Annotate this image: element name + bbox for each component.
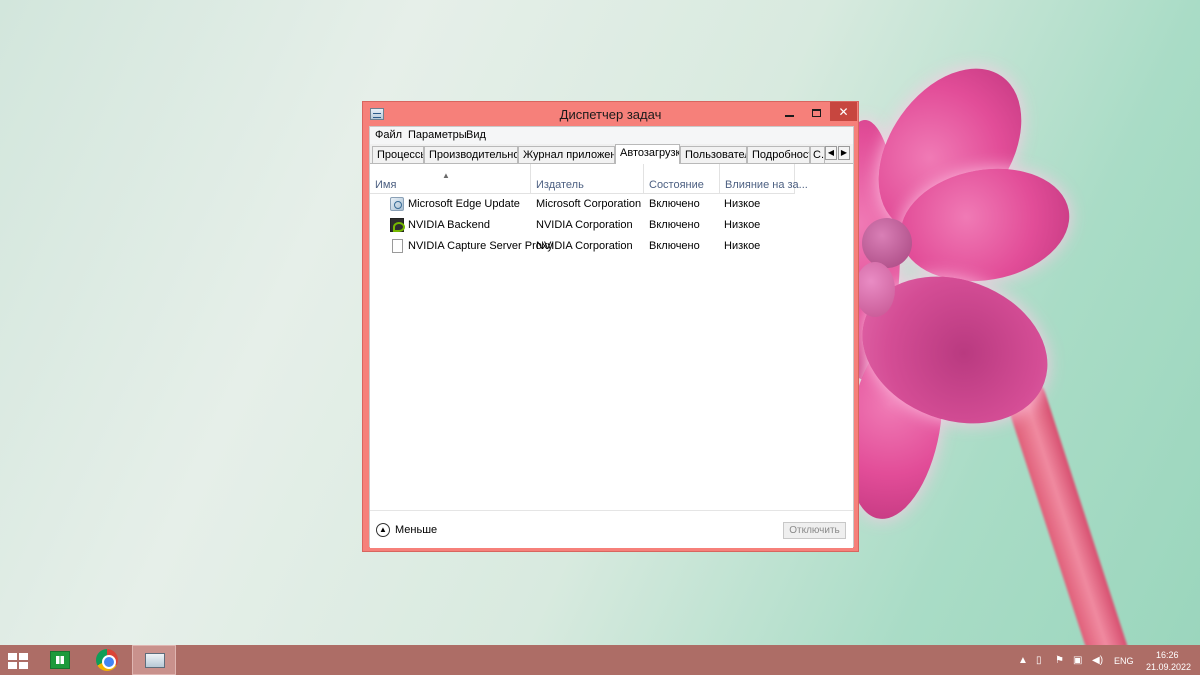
table-header: ▲ Имя Издатель Состояние Влияние на за..… [370, 164, 853, 193]
close-icon: ✕ [838, 105, 849, 119]
title-bar[interactable]: Диспетчер задач ✕ [363, 102, 858, 126]
tab-processes[interactable]: Процессы [372, 146, 424, 163]
row-impact: Низкое [724, 198, 761, 210]
network-icon[interactable]: ▣ [1073, 655, 1082, 666]
tab-scroll-right-icon[interactable]: ▶ [838, 146, 850, 160]
menu-view[interactable]: Вид [466, 129, 486, 141]
table-row[interactable]: NVIDIA Capture Server Proxy NVIDIA Corpo… [370, 236, 853, 257]
table-row[interactable]: Microsoft Edge Update Microsoft Corporat… [370, 194, 853, 215]
row-publisher: Microsoft Corporation [536, 198, 642, 210]
edge-update-icon [390, 197, 404, 211]
chrome-icon[interactable] [85, 645, 129, 675]
system-tray: ▲ ▯ ⚑ ▣ ◀) ENG 16:26 21.09.2022 [1010, 645, 1200, 675]
wallpaper-bud [862, 218, 912, 268]
column-header-status[interactable]: Состояние [644, 164, 720, 193]
column-header-impact[interactable]: Влияние на за... [720, 164, 808, 193]
wallpaper-bud [855, 262, 895, 317]
task-manager-taskbar-button[interactable] [132, 645, 176, 675]
menu-file[interactable]: Файл [375, 129, 402, 141]
menu-options[interactable]: Параметры [408, 129, 467, 141]
row-status: Включено [649, 240, 700, 252]
row-status: Включено [649, 219, 700, 231]
volume-icon[interactable]: ◀) [1092, 655, 1103, 666]
tab-services[interactable]: С... [810, 146, 825, 163]
maximize-icon [812, 108, 821, 117]
wallpaper-stem [1000, 373, 1138, 645]
disable-button[interactable]: Отключить [783, 522, 846, 539]
input-language[interactable]: ENG [1114, 656, 1134, 666]
column-header-name[interactable]: ▲ Имя [370, 164, 531, 193]
show-hidden-icons-icon[interactable]: ▲ [1018, 655, 1028, 666]
row-name: NVIDIA Backend [408, 219, 490, 231]
row-status: Включено [649, 198, 700, 210]
window-client-area: Файл Параметры Вид Процессы Производител… [369, 126, 854, 548]
chevron-up-icon: ▲ [376, 523, 390, 537]
table-row[interactable]: NVIDIA Backend NVIDIA Corporation Включе… [370, 215, 853, 236]
task-manager-icon [145, 653, 165, 668]
close-button[interactable]: ✕ [830, 102, 857, 121]
menu-bar: Файл Параметры Вид [370, 127, 853, 144]
task-manager-window[interactable]: Диспетчер задач ✕ Файл Параметры Вид Про… [362, 101, 859, 552]
taskbar: ▲ ▯ ⚑ ▣ ◀) ENG 16:26 21.09.2022 [0, 645, 1200, 675]
minimize-icon [785, 114, 794, 117]
clock-date[interactable]: 21.09.2022 [1146, 662, 1191, 672]
minimize-button[interactable] [776, 102, 803, 122]
start-icon[interactable] [8, 653, 28, 669]
battery-icon[interactable]: ▯ [1036, 655, 1042, 666]
nvidia-icon [390, 218, 405, 232]
row-publisher: NVIDIA Corporation [536, 240, 633, 252]
row-impact: Низкое [724, 219, 761, 231]
store-icon[interactable] [38, 645, 82, 675]
clock-time[interactable]: 16:26 [1156, 650, 1179, 660]
tab-app-history[interactable]: Журнал приложений [518, 146, 615, 163]
tab-strip: Процессы Производительность Журнал прило… [370, 144, 853, 164]
tab-details[interactable]: Подробности [747, 146, 810, 163]
row-name: NVIDIA Capture Server Proxy [408, 240, 553, 252]
tab-startup[interactable]: Автозагрузка [615, 144, 680, 164]
tab-scroll-left-icon[interactable]: ◀ [825, 146, 837, 160]
sort-ascending-icon: ▲ [442, 171, 450, 180]
maximize-button[interactable] [803, 102, 830, 122]
column-header-publisher[interactable]: Издатель [531, 164, 644, 193]
footer-bar: ▲ Меньше Отключить [370, 510, 853, 548]
action-center-flag-icon[interactable]: ⚑ [1055, 655, 1064, 666]
tab-users[interactable]: Пользователи [680, 146, 747, 163]
row-publisher: NVIDIA Corporation [536, 219, 633, 231]
row-impact: Низкое [724, 240, 761, 252]
tab-performance[interactable]: Производительность [424, 146, 518, 163]
desktop: Диспетчер задач ✕ Файл Параметры Вид Про… [0, 0, 1200, 645]
file-icon [392, 239, 403, 253]
row-name: Microsoft Edge Update [408, 198, 520, 210]
